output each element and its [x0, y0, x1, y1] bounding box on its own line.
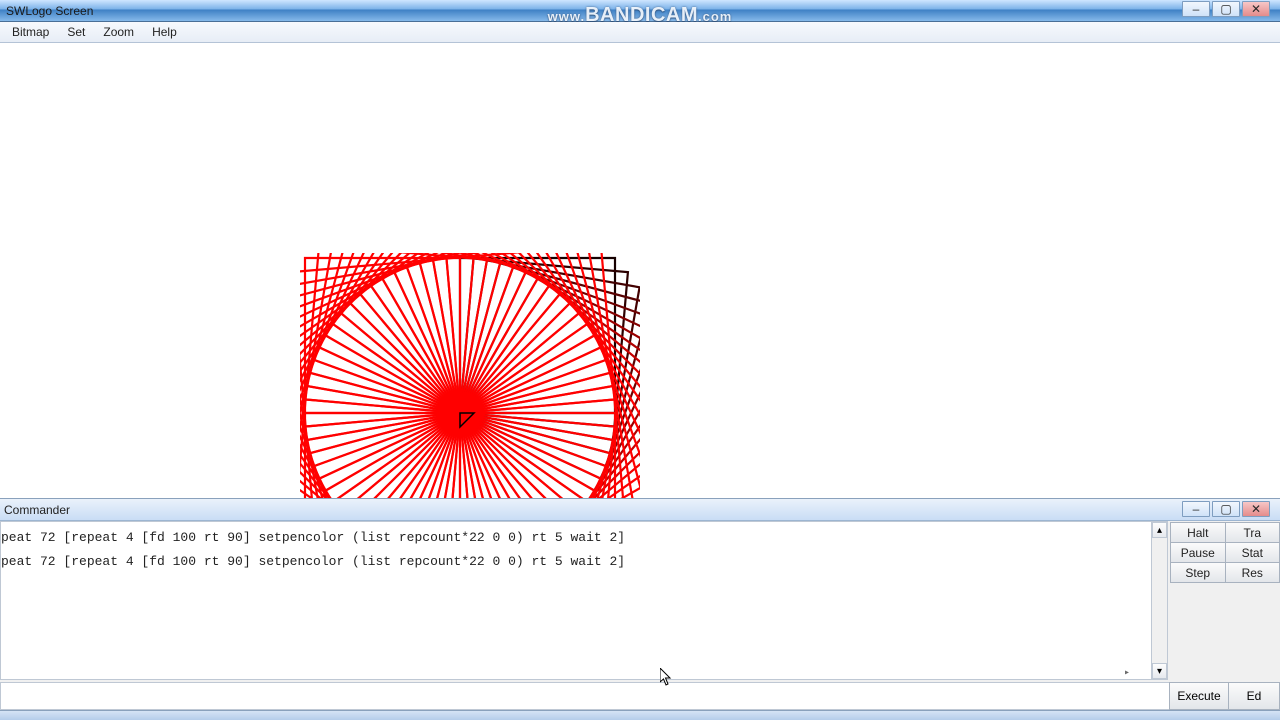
history-line: peat 72 [repeat 4 [fd 100 rt 90] setpenc… — [1, 550, 1147, 574]
edall-button[interactable]: Ed — [1228, 682, 1280, 710]
trace-button[interactable]: Tra — [1225, 522, 1280, 543]
history-vscrollbar[interactable]: ▴ ▾ — [1151, 521, 1168, 680]
hscroll-right-icon[interactable]: ▸ — [1120, 669, 1134, 679]
menu-bitmap[interactable]: Bitmap — [4, 23, 57, 41]
pause-button[interactable]: Pause — [1170, 542, 1226, 563]
halt-button[interactable]: Halt — [1170, 522, 1226, 543]
window-controls: – ▢ ✕ — [1182, 1, 1270, 19]
commander-titlebar: Commander – ▢ ✕ — [0, 499, 1280, 521]
status-button[interactable]: Stat — [1225, 542, 1280, 563]
commander-input[interactable] — [0, 682, 1170, 710]
commander-side-buttons: Halt Tra Pause Stat Step Res — [1168, 521, 1280, 680]
commander-panel: Commander – ▢ ✕ peat 72 [repeat 4 [fd 10… — [0, 498, 1280, 710]
menu-zoom[interactable]: Zoom — [95, 23, 142, 41]
window-title: SWLogo Screen — [6, 4, 93, 18]
commander-title-text: Commander — [4, 503, 70, 517]
commander-close-button[interactable]: ✕ — [1242, 501, 1270, 517]
vscroll-up-icon[interactable]: ▴ — [1152, 522, 1167, 538]
commander-minimize-button[interactable]: – — [1182, 501, 1210, 517]
history-hscrollbar[interactable]: ▸ — [1, 667, 1134, 679]
commander-history[interactable]: peat 72 [repeat 4 [fd 100 rt 90] setpenc… — [0, 521, 1151, 680]
execute-button[interactable]: Execute — [1169, 682, 1229, 710]
menu-set[interactable]: Set — [59, 23, 93, 41]
commander-maximize-button[interactable]: ▢ — [1212, 501, 1240, 517]
step-button[interactable]: Step — [1170, 562, 1226, 583]
reset-button[interactable]: Res — [1225, 562, 1280, 583]
drawing-canvas — [0, 43, 1280, 498]
history-line: peat 72 [repeat 4 [fd 100 rt 90] setpenc… — [1, 526, 1147, 550]
menu-bar: Bitmap Set Zoom Help — [0, 22, 1280, 43]
taskbar — [0, 710, 1280, 720]
close-button[interactable]: ✕ — [1242, 1, 1270, 17]
vscroll-down-icon[interactable]: ▾ — [1152, 663, 1167, 679]
minimize-button[interactable]: – — [1182, 1, 1210, 17]
turtle-graphic — [300, 253, 640, 498]
maximize-button[interactable]: ▢ — [1212, 1, 1240, 17]
menu-help[interactable]: Help — [144, 23, 185, 41]
